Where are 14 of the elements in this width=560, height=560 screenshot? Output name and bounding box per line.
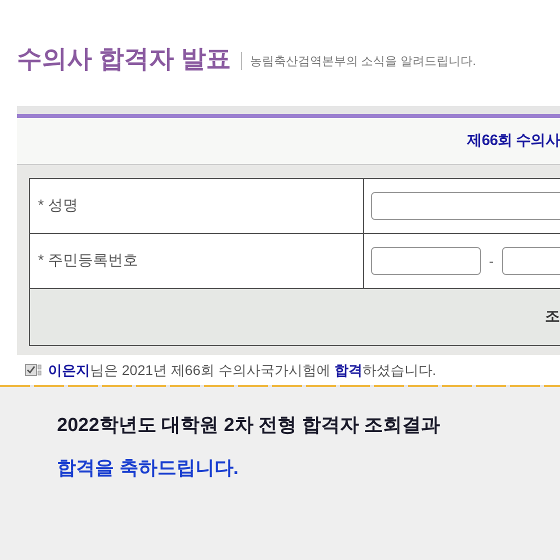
field-label: * 주민등록번호 bbox=[38, 250, 138, 271]
checkbox-icon bbox=[25, 364, 42, 376]
dash-separator: - bbox=[489, 252, 494, 270]
result-sentence: 이은지님은 2021년 제66회 수의사국가시험에 합격하셨습니다. bbox=[48, 360, 436, 380]
page-subtitle: 농림축산검역본부의 소식을 알려드립니다. bbox=[240, 52, 476, 70]
name-input-field[interactable] bbox=[371, 192, 560, 220]
id-front-input-field[interactable] bbox=[371, 247, 481, 275]
caption-message: 합격을 축하드립니다. bbox=[57, 457, 240, 481]
caption-title: 2022학년도 대학원 2차 전형 합격자 조회결과 bbox=[57, 414, 442, 438]
search-button[interactable]: 조 bbox=[545, 306, 560, 328]
id-back-input-field[interactable] bbox=[502, 247, 560, 275]
exam-heading: 제66회 수의사 bbox=[467, 130, 560, 151]
field-label: * 성명 bbox=[38, 196, 78, 216]
page-title: 수의사 합격자 발표 bbox=[17, 47, 231, 72]
